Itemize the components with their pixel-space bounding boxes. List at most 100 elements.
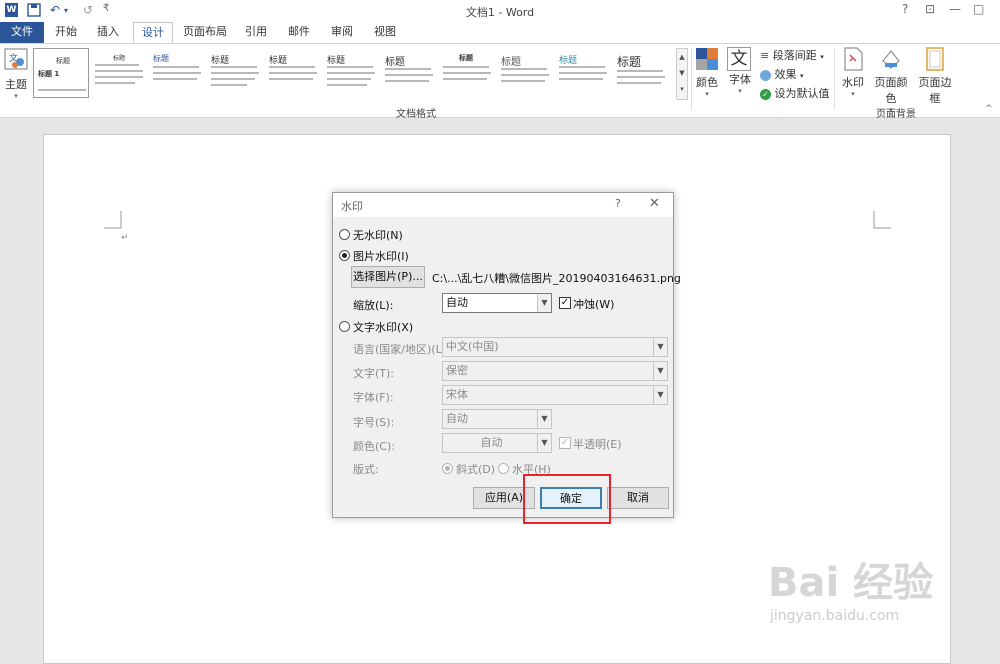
paragraph-spacing-icon: ≡ — [760, 49, 770, 62]
paragraph-spacing-button[interactable]: ≡ 段落间距 ▾ — [760, 47, 824, 63]
effects-icon — [760, 69, 771, 81]
minimize-button[interactable]: — — [949, 2, 961, 16]
watermark-dialog: 水印 ? ✕ 无水印(N) 图片水印(I) 选择图片(P)... C:\...\… — [332, 192, 681, 518]
page-borders-icon — [926, 47, 944, 71]
tab-mailings[interactable]: 邮件 — [283, 22, 315, 43]
title-bar: W ↶ ▾ ↺ ₹ 文档1 - Word ? ⊡ — □ 登 — [0, 0, 1000, 39]
colors-label: 颜色 — [696, 76, 718, 89]
maximize-button[interactable]: □ — [973, 2, 984, 16]
style-set-item[interactable]: 标题 — [207, 48, 263, 98]
washout-label[interactable]: 冲蚀(W) — [573, 296, 614, 312]
check-circle-icon: ✓ — [760, 88, 771, 100]
dialog-help-icon[interactable]: ? — [615, 197, 621, 210]
tab-home[interactable]: 开始 — [50, 22, 82, 43]
tab-page-layout[interactable]: 页面布局 — [181, 22, 229, 43]
tab-file[interactable]: 文件 — [0, 22, 44, 43]
style-set-item[interactable]: 标题 — [555, 48, 611, 98]
set-as-default-button[interactable]: ✓ 设为默认值 — [760, 85, 830, 101]
themes-icon: 文 — [4, 48, 28, 70]
chevron-down-icon: ▼ — [653, 386, 667, 404]
chevron-down-icon: ▼ — [653, 362, 667, 380]
size-label: 字号(S): — [353, 416, 395, 429]
scale-select[interactable]: 自动 ▼ — [442, 293, 552, 313]
picture-path: C:\...\乱七八糟\微信图片_20190403164631.png — [432, 272, 681, 285]
page-color-icon — [882, 50, 900, 69]
chevron-down-icon: ▼ — [537, 410, 551, 428]
text-label: 文字(T): — [353, 367, 395, 380]
watermark-icon — [844, 47, 863, 71]
select-picture-button[interactable]: 选择图片(P)... — [351, 266, 425, 288]
page-color-label: 页面颜色 — [874, 76, 908, 105]
gallery-scroll[interactable]: ▲ ▼ ▾ — [676, 48, 688, 100]
chevron-down-icon: ▼ — [653, 338, 667, 356]
style-set-item[interactable]: 标题 — [323, 48, 379, 98]
margin-corner-mark — [104, 211, 122, 229]
ribbon-display-options-icon[interactable]: ⊡ — [925, 2, 935, 16]
text-watermark-label[interactable]: 文字水印(X) — [353, 319, 413, 335]
watermark-label: 水印 — [842, 76, 864, 89]
page-borders-button[interactable]: 页面边框 — [915, 47, 955, 106]
themes-label: 主题 — [5, 78, 27, 91]
colors-button[interactable]: 颜色 ▾ — [694, 47, 720, 98]
style-set-item[interactable]: 标题 — [497, 48, 553, 98]
tab-view[interactable]: 视图 — [369, 22, 401, 43]
font-label: 字体(F): — [353, 391, 394, 404]
scale-label: 缩放(L): — [353, 299, 394, 312]
no-watermark-radio[interactable] — [339, 229, 350, 240]
cancel-button[interactable]: 取消 — [607, 487, 669, 509]
site-watermark-url: jingyan.baidu.com — [770, 608, 900, 624]
chevron-down-icon: ▼ — [537, 294, 551, 312]
window-title: 文档1 - Word — [465, 6, 535, 19]
language-label: 语言(国家/地区)(L): — [353, 343, 450, 356]
layout-label: 版式: — [353, 463, 379, 476]
tab-design[interactable]: 设计 — [133, 22, 173, 43]
semitransparent-label[interactable]: 半透明(E) — [573, 436, 622, 452]
paragraph-mark-icon: ↵ — [121, 233, 129, 243]
fonts-button[interactable]: 文 字体 ▾ — [727, 47, 753, 95]
tab-references[interactable]: 引用 — [240, 22, 272, 43]
style-set-item[interactable]: 标题 — [265, 48, 321, 98]
themes-button[interactable]: 文 主题 ▾ — [2, 47, 30, 100]
style-set-item[interactable]: 标题 — [149, 48, 205, 98]
highlight-box — [523, 474, 611, 524]
tab-review[interactable]: 审阅 — [326, 22, 358, 43]
fonts-icon: 文 — [727, 47, 751, 71]
style-set-item[interactable]: 标题 — [439, 48, 495, 98]
fonts-label: 字体 — [729, 73, 751, 86]
no-watermark-label[interactable]: 无水印(N) — [353, 227, 403, 243]
colors-icon — [696, 48, 718, 70]
dialog-title: 水印 — [341, 200, 363, 213]
style-set-item[interactable]: 标题 — [381, 48, 437, 98]
text-select[interactable]: 保密 ▼ — [442, 361, 668, 381]
style-set-gallery: 标题 标题 1 标题 标题 标题 标题 标题 标题 标题 标题 标题 标题 — [33, 48, 677, 98]
watermark-button[interactable]: 水印 ▾ — [839, 47, 867, 98]
picture-watermark-radio[interactable] — [339, 250, 350, 261]
help-icon[interactable]: ? — [902, 2, 908, 16]
dialog-title-bar: 水印 ? ✕ — [333, 193, 673, 217]
style-set-item[interactable]: 标题 — [91, 48, 147, 98]
horizontal-radio[interactable] — [498, 463, 509, 474]
size-select[interactable]: 自动 ▼ — [442, 409, 552, 429]
style-set-item[interactable]: 标题 标题 1 — [33, 48, 89, 98]
collapse-ribbon-icon[interactable]: ^ — [985, 104, 993, 114]
dialog-close-icon[interactable]: ✕ — [649, 196, 660, 211]
effects-button[interactable]: 效果 ▾ — [760, 66, 804, 82]
font-select[interactable]: 宋体 ▼ — [442, 385, 668, 405]
picture-watermark-label[interactable]: 图片水印(I) — [353, 248, 409, 264]
semitransparent-checkbox[interactable]: ✓ — [559, 437, 571, 449]
text-watermark-radio[interactable] — [339, 321, 350, 332]
ribbon: 文 主题 ▾ 标题 标题 1 标题 标题 标题 标题 标题 标题 标题 标题 标… — [0, 43, 1000, 120]
diagonal-radio[interactable] — [442, 463, 453, 474]
tab-insert[interactable]: 插入 — [92, 22, 124, 43]
color-label: 颜色(C): — [353, 440, 395, 453]
page-color-button[interactable]: 页面颜色 ▾ — [872, 47, 910, 114]
language-select[interactable]: 中文(中国) ▼ — [442, 337, 668, 357]
ribbon-tabs: 文件 开始 插入 设计 页面布局 引用 邮件 审阅 视图 — [0, 22, 1000, 43]
page-borders-label: 页面边框 — [918, 76, 952, 105]
style-set-item[interactable]: 标题 — [613, 48, 669, 98]
washout-checkbox[interactable]: ✓ — [559, 297, 571, 309]
chevron-down-icon: ▼ — [537, 434, 551, 452]
margin-corner-mark — [873, 211, 891, 229]
color-select[interactable]: 自动 ▼ — [442, 433, 552, 453]
diagonal-label[interactable]: 斜式(D) — [456, 461, 495, 477]
